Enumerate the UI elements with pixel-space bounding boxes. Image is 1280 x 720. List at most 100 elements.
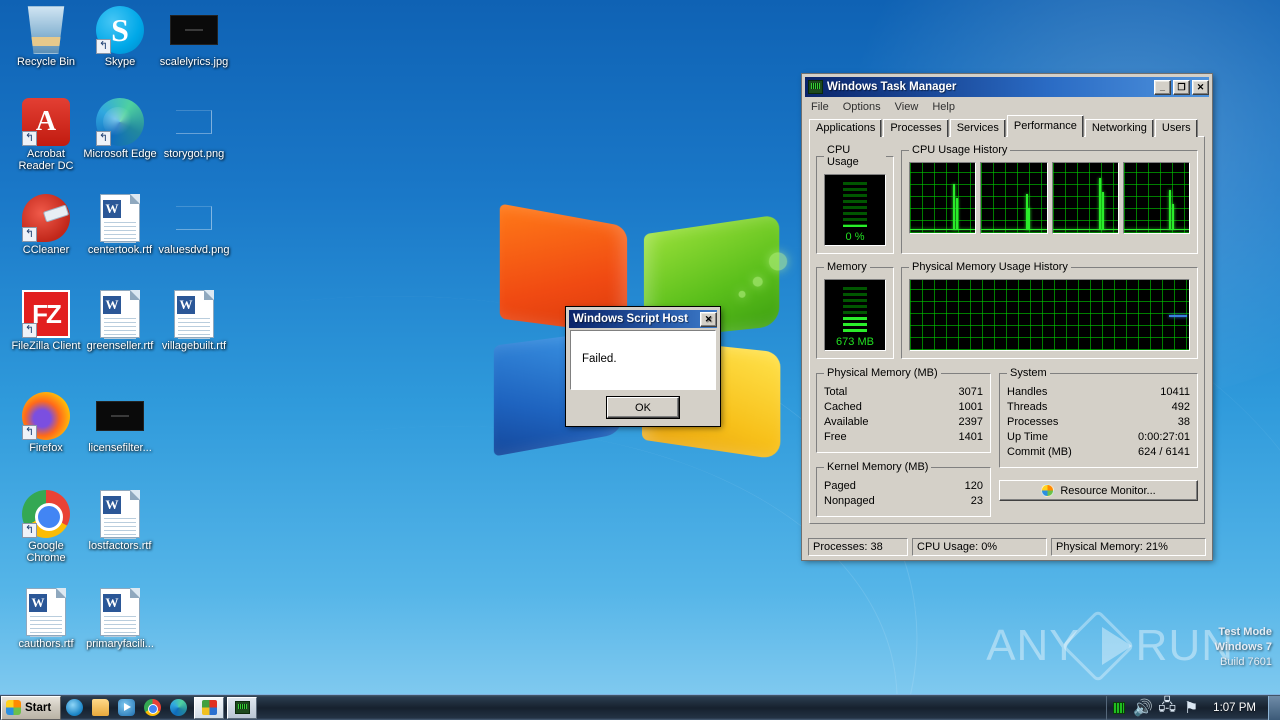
- system-tray[interactable]: 🔊 🖧 ⚑ 1:07 PM: [1106, 695, 1266, 720]
- shortcut-arrow-icon: ↰: [22, 523, 37, 538]
- desktop-icon-skype[interactable]: S ↰ Skype: [82, 6, 158, 69]
- tab-applications[interactable]: Applications: [809, 119, 883, 137]
- desktop-icon-label: cauthors.rtf: [18, 638, 74, 650]
- desktop-icon-villagebuilt-rtf[interactable]: Wvillagebuilt.rtf: [156, 290, 232, 353]
- taskbar[interactable]: Start 🔊 🖧 ⚑ 1:07 PM: [0, 694, 1280, 720]
- doc-icon: W: [96, 290, 144, 339]
- tab-processes[interactable]: Processes: [883, 119, 949, 137]
- desktop-icon-recycle-bin[interactable]: Recycle Bin: [8, 6, 84, 69]
- quicklaunch-edge[interactable]: [165, 696, 191, 720]
- desktop-icon-google-chrome[interactable]: ↰ Google Chrome: [8, 490, 84, 564]
- quicklaunch-internet-explorer[interactable]: [61, 696, 87, 720]
- cpu-meter-bars: [843, 180, 867, 227]
- stat-row: Cached 1001: [824, 400, 983, 415]
- action-center-flag-icon[interactable]: ⚑: [1183, 700, 1199, 717]
- cpu-core-graphs: [909, 162, 1190, 234]
- fz-icon: FZ ↰: [22, 290, 70, 338]
- desktop-icon-lostfactors-rtf[interactable]: Wlostfactors.rtf: [82, 490, 158, 553]
- taskbar-window-wscript[interactable]: [194, 696, 225, 719]
- start-button[interactable]: Start: [1, 695, 62, 720]
- desktop-icon-firefox[interactable]: ↰ Firefox: [8, 392, 84, 455]
- shortcut-arrow-icon: ↰: [22, 227, 37, 242]
- task-manager-title: Windows Task Manager: [827, 81, 957, 93]
- system-legend: System: [1010, 367, 1047, 379]
- network-icon[interactable]: 🖧: [1158, 697, 1176, 715]
- memory-history-legend: Physical Memory Usage History: [912, 261, 1068, 273]
- minimize-button[interactable]: _: [1154, 79, 1171, 95]
- resource-monitor-label: Resource Monitor...: [1060, 484, 1156, 497]
- maximize-button[interactable]: ❐: [1173, 79, 1190, 95]
- memory-history-grid: [910, 280, 1189, 350]
- windows-orb-icon: [1041, 484, 1055, 497]
- logo-bokeh: [738, 290, 746, 298]
- system-group: System Handles 10411 Threads 492 Processes 38…: [999, 367, 1198, 468]
- windows-script-host-dialog[interactable]: Windows Script Host ✕ Failed. OK: [565, 306, 721, 427]
- stat-key: Paged: [824, 480, 856, 492]
- desktop-icon-filezilla-client[interactable]: FZ ↰ FileZilla Client: [8, 290, 84, 353]
- show-desktop-button[interactable]: [1268, 695, 1280, 720]
- stat-key: Nonpaged: [824, 495, 875, 507]
- cube-icon: [201, 700, 217, 715]
- taskbar-window-task-manager[interactable]: [227, 696, 258, 719]
- menu-options[interactable]: Options: [843, 101, 881, 113]
- cpu-history-group: CPU Usage History: [901, 144, 1198, 254]
- desktop-icon-label: licensefilter...: [88, 442, 152, 454]
- task-manager-tabs[interactable]: Applications Processes Services Performance…: [804, 115, 1210, 137]
- cpu-usage-legend: CPU Usage: [827, 144, 859, 168]
- volume-icon[interactable]: 🔊: [1133, 700, 1153, 717]
- cpu-meter-fill: [843, 225, 867, 227]
- ff-icon: ↰: [22, 392, 70, 440]
- desktop-icon-ccleaner[interactable]: ↰ CCleaner: [8, 194, 84, 257]
- desktop-icon-label: greenseller.rtf: [86, 340, 154, 352]
- menu-view[interactable]: View: [895, 101, 919, 113]
- dialog-close-button[interactable]: ✕: [700, 311, 717, 327]
- stat-row: Handles 10411: [1007, 385, 1190, 400]
- tab-users[interactable]: Users: [1154, 119, 1198, 137]
- resource-monitor-button[interactable]: Resource Monitor...: [999, 480, 1198, 501]
- windows-start-orb-icon: [6, 700, 21, 715]
- menu-file[interactable]: File: [811, 101, 829, 113]
- task-manager-window[interactable]: Windows Task Manager _ ❐ ✕ File Options …: [801, 73, 1213, 561]
- taskbar-clock[interactable]: 1:07 PM: [1207, 702, 1262, 714]
- activity-monitor-icon[interactable]: [1111, 701, 1127, 715]
- tab-performance[interactable]: Performance: [1006, 115, 1084, 137]
- close-button[interactable]: ✕: [1192, 79, 1209, 95]
- quicklaunch-windows-explorer[interactable]: [87, 696, 113, 720]
- desktop-icon-valuesdvd-png[interactable]: valuesdvd.png: [156, 194, 232, 257]
- desktop-icon-storygot-png[interactable]: storygot.png: [156, 98, 232, 161]
- quicklaunch-chrome[interactable]: [139, 696, 165, 720]
- desktop-icon-label: Skype: [104, 56, 136, 68]
- menu-help[interactable]: Help: [932, 101, 955, 113]
- cpu-usage-value: 0 %: [845, 231, 865, 243]
- dialog-body: Failed.: [570, 330, 716, 390]
- stat-value: 120: [964, 480, 983, 492]
- dialog-titlebar[interactable]: Windows Script Host ✕: [569, 310, 717, 328]
- task-manager-icon: [808, 80, 823, 94]
- desktop-icon-scalelyrics-jpg[interactable]: scalelyrics.jpg: [156, 6, 232, 69]
- stat-row: Processes 38: [1007, 415, 1190, 430]
- cpu-usage-group: CPU Usage 0 %: [816, 144, 894, 254]
- dialog-message: Failed.: [582, 353, 617, 365]
- task-manager-titlebar[interactable]: Windows Task Manager _ ❐ ✕: [805, 77, 1209, 97]
- tab-services[interactable]: Services: [949, 119, 1006, 137]
- stat-value: 0:00:27:01: [1138, 431, 1190, 443]
- desktop-icon-label: Google Chrome: [26, 540, 66, 564]
- desktop-icon-primaryfacili-[interactable]: Wprimaryfacili...: [82, 588, 158, 651]
- desktop-icon-label: storygot.png: [163, 148, 225, 160]
- desktop-icon-cauthors-rtf[interactable]: Wcauthors.rtf: [8, 588, 84, 651]
- quicklaunch-media-player[interactable]: [113, 696, 139, 720]
- status-cpu-usage: CPU Usage: 0%: [912, 538, 1047, 556]
- desktop-icon-centertook-rtf[interactable]: Wcentertook.rtf: [82, 194, 158, 257]
- shortcut-arrow-icon: ↰: [22, 131, 37, 146]
- edge-icon: [169, 699, 187, 716]
- desktop-icon-microsoft-edge[interactable]: ↰ Microsoft Edge: [82, 98, 158, 161]
- dialog-ok-button[interactable]: OK: [607, 397, 679, 418]
- desktop-icon-licensefilter-[interactable]: licensefilter...: [82, 392, 158, 455]
- black-icon: [170, 6, 218, 54]
- desktop-icon-greenseller-rtf[interactable]: Wgreenseller.rtf: [82, 290, 158, 353]
- tab-networking[interactable]: Networking: [1084, 119, 1154, 137]
- desktop-icon-acrobat-reader-dc[interactable]: A ↰ Acrobat Reader DC: [8, 98, 84, 172]
- stat-key: Processes: [1007, 416, 1059, 428]
- memory-value: 673 MB: [836, 336, 874, 348]
- desktop-icon-label: lostfactors.rtf: [88, 540, 152, 552]
